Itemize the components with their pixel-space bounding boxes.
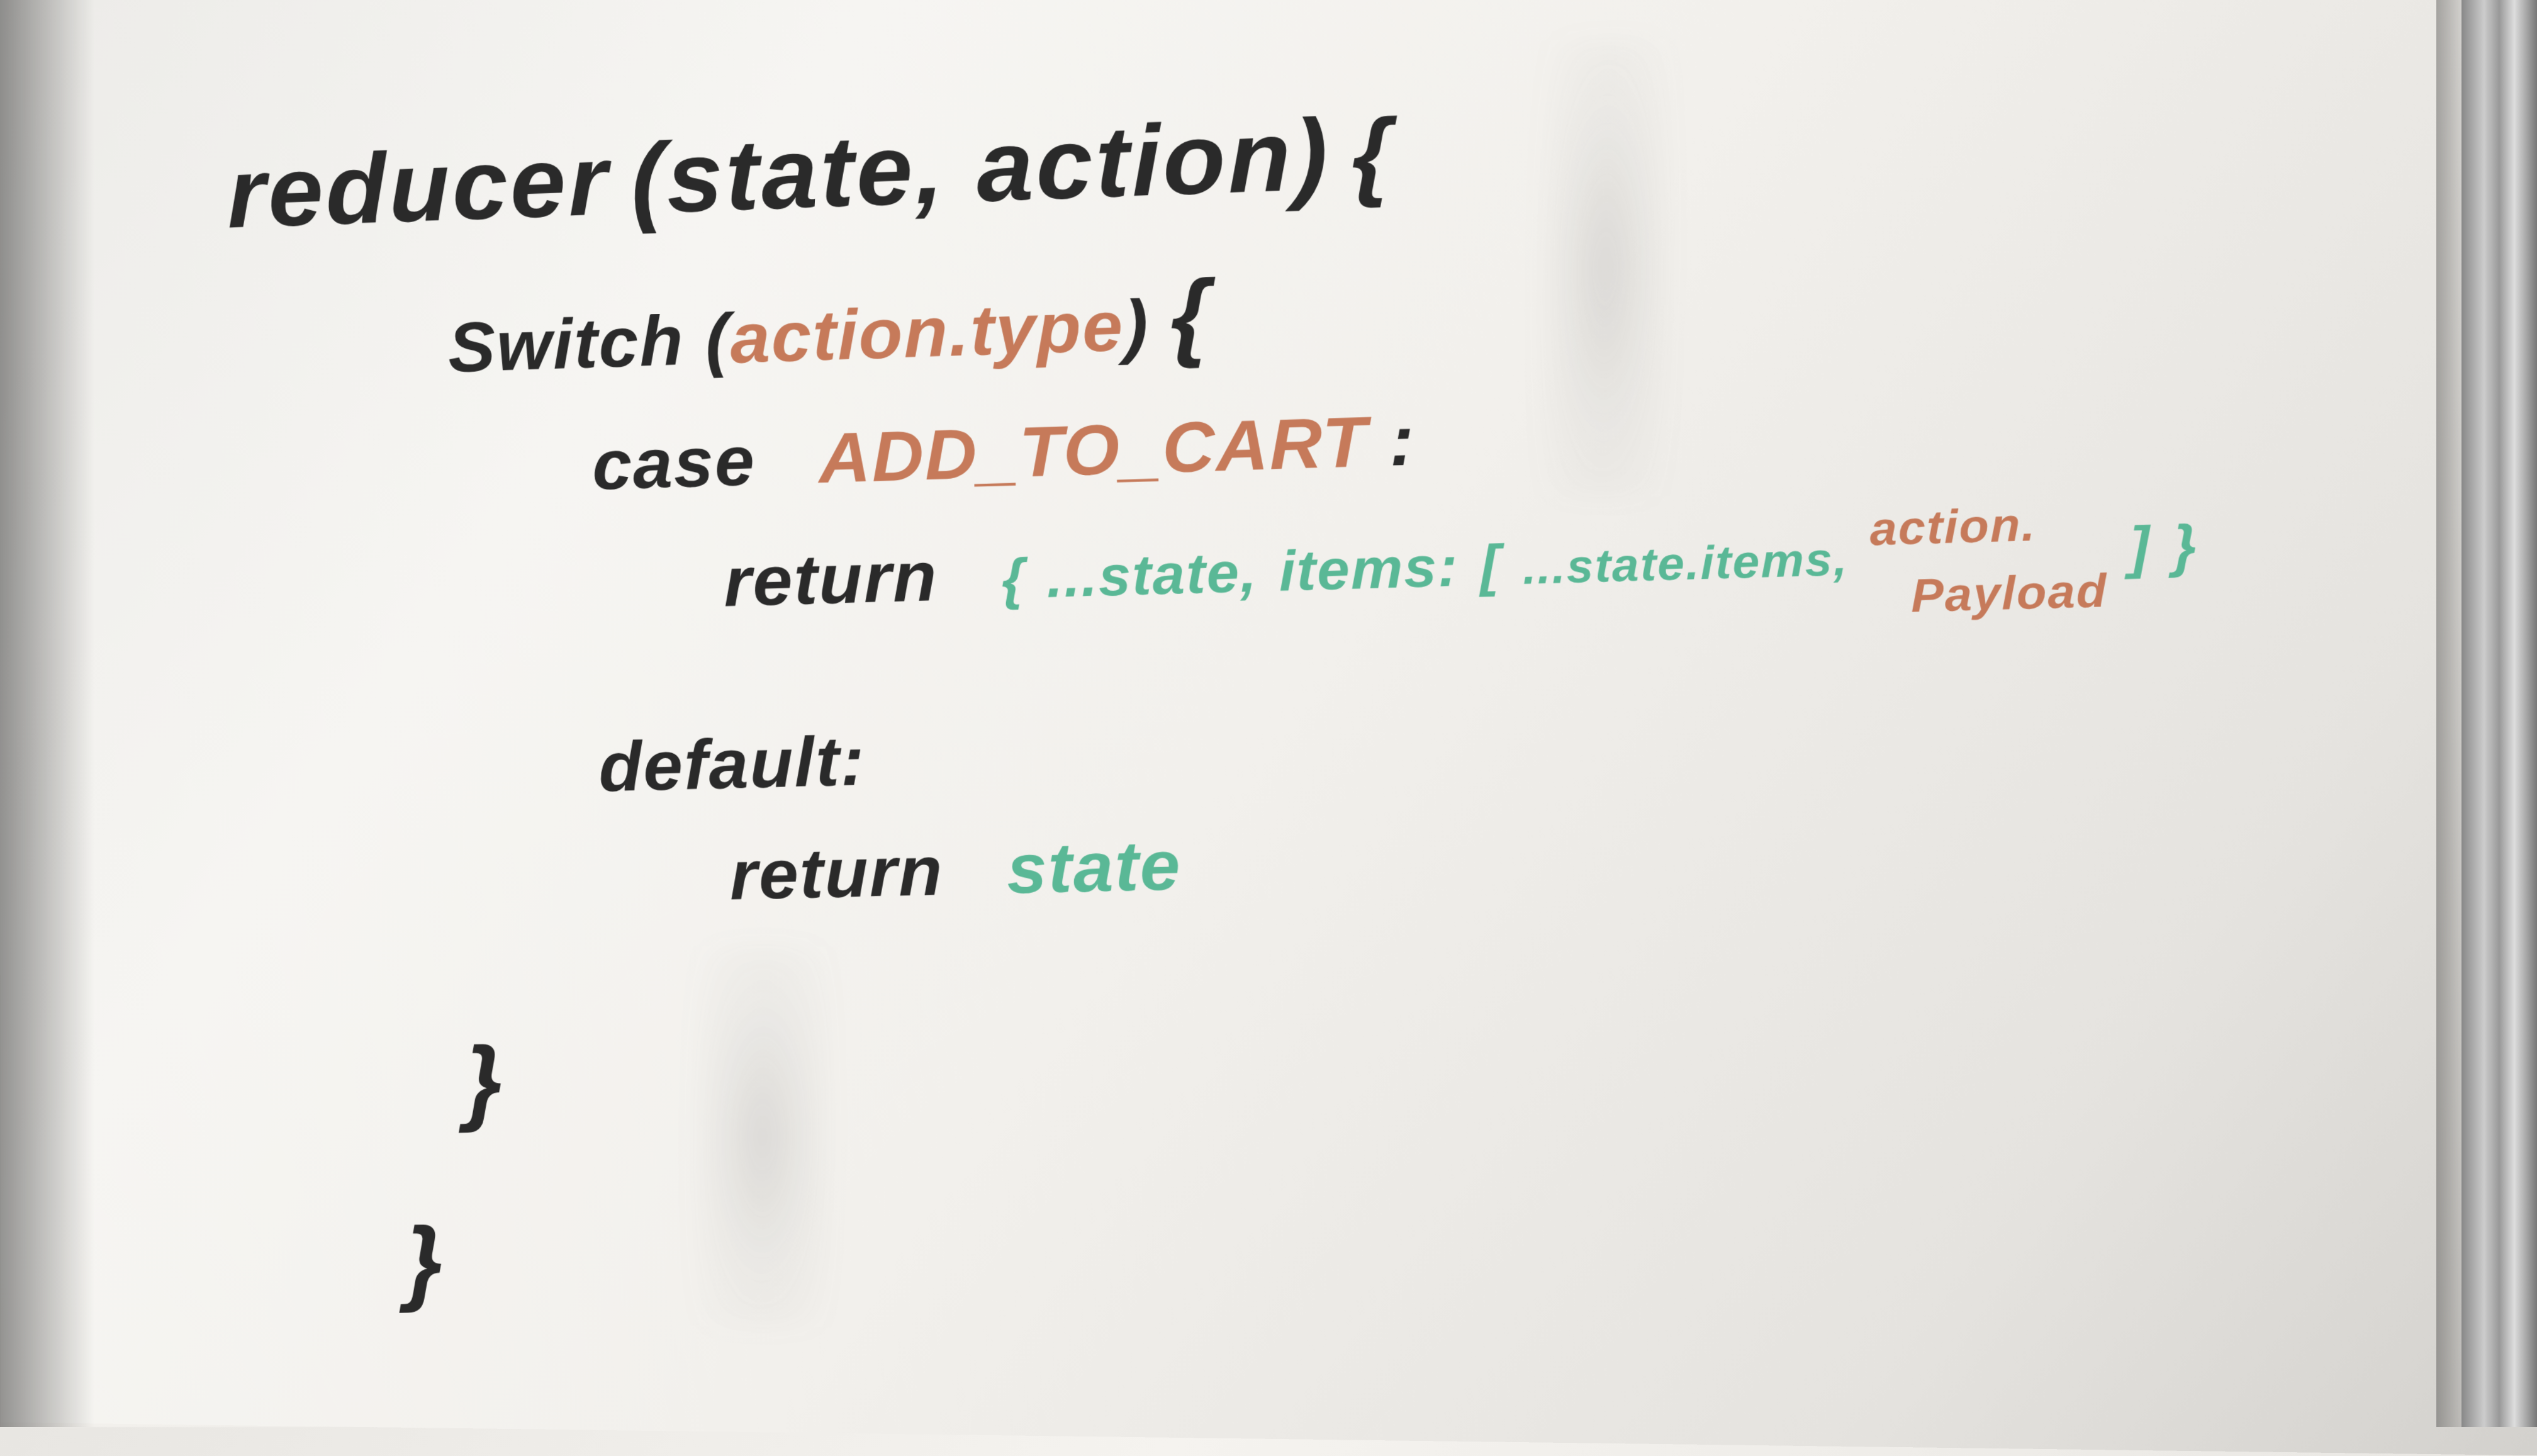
code-block: reducer (state, action) { Switch (action… (225, 47, 2204, 1340)
default-keyword: default (598, 722, 841, 806)
object-open: { (1001, 546, 1026, 610)
shadow-left (0, 0, 94, 1427)
close-brace: } (404, 1207, 445, 1313)
switch-keyword: Switch (447, 301, 685, 387)
state-value: state (1006, 826, 1182, 908)
array-close: ] (2129, 513, 2151, 579)
code-line-7: } (247, 974, 2202, 1155)
action-ref: action. (1869, 498, 2036, 556)
open-brace: { (1351, 98, 1392, 209)
open-brace: { (1170, 259, 1211, 369)
return-keyword: return (729, 831, 944, 914)
params: (state, action) (630, 98, 1331, 235)
colon: : (1389, 400, 1416, 481)
spread-items: ...state.items, (1522, 533, 1848, 594)
close-brace: } (464, 1026, 505, 1133)
return-keyword: return (723, 536, 939, 621)
payload-ref: Payload (1871, 564, 2108, 623)
open-paren: ( (705, 299, 731, 379)
code-line-8: } (252, 1159, 2204, 1333)
case-value: ADD_TO_CART (818, 401, 1369, 498)
items-key: items: (1279, 534, 1459, 603)
whiteboard-frame (2461, 0, 2537, 1427)
whiteboard-surface: reducer (state, action) { Switch (action… (0, 0, 2537, 1456)
array-open: [ (1480, 532, 1501, 597)
close-paren: ) (1123, 285, 1150, 366)
object-close: } (2173, 512, 2198, 578)
spread-state: ...state, (1046, 539, 1258, 609)
action-type: action.type (729, 286, 1124, 378)
case-keyword: case (591, 421, 756, 505)
colon: : (839, 721, 866, 800)
reducer-keyword: reducer (226, 124, 611, 249)
wall-edge (2436, 0, 2461, 1427)
